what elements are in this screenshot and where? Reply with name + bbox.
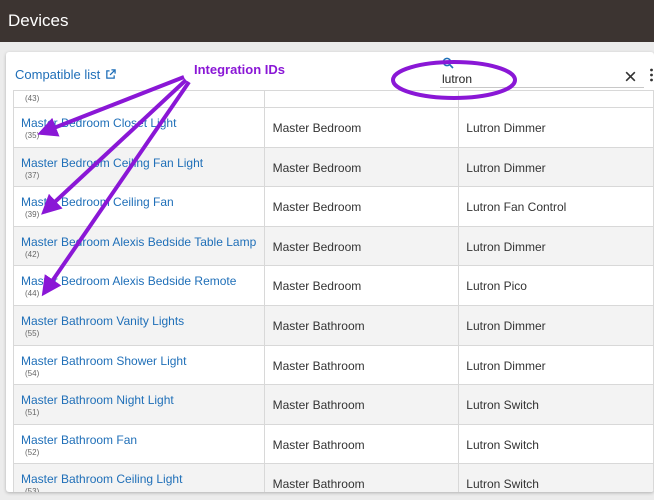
device-name-cell: Master Bathroom Ceiling Light (53) bbox=[13, 463, 265, 492]
room-cell: Master Bedroom bbox=[263, 146, 460, 188]
table-row[interactable]: Master Bedroom Ceiling Fan (39) Master B… bbox=[13, 186, 654, 227]
type-cell: Lutron Dimmer bbox=[458, 225, 654, 267]
integration-id: (51) bbox=[25, 408, 40, 418]
room-cell: Master Bedroom bbox=[263, 186, 460, 227]
type-cell: Lutron Switch bbox=[458, 423, 654, 465]
device-name-cell: Master Bedroom Alexis Bedside Table Lamp… bbox=[13, 225, 265, 267]
device-link[interactable]: Master Bathroom Ceiling Light bbox=[21, 473, 264, 486]
external-link-icon bbox=[106, 69, 116, 79]
search-icon bbox=[442, 57, 454, 69]
room-cell: Master Bathroom bbox=[263, 304, 460, 346]
table-row[interactable]: Master Bathroom Shower Light (54) Master… bbox=[13, 344, 654, 386]
device-name-cell: (43) bbox=[13, 90, 265, 108]
integration-id: (43) bbox=[25, 94, 40, 103]
integration-id: (42) bbox=[25, 249, 40, 259]
device-link[interactable]: Master Bedroom Closet Light bbox=[21, 117, 264, 130]
integration-id: (44) bbox=[25, 289, 40, 299]
room-cell: Master Bedroom bbox=[263, 225, 460, 267]
device-name-cell: Master Bathroom Fan (52) bbox=[13, 423, 265, 465]
table-row[interactable]: Master Bathroom Night Light (51) Master … bbox=[13, 384, 654, 425]
devices-card: Compatible list Integration IDs (43) bbox=[6, 52, 654, 492]
device-link[interactable]: Master Bedroom Alexis Bedside Table Lamp bbox=[21, 235, 264, 249]
device-name-cell: Master Bedroom Ceiling Fan Light (37) bbox=[13, 146, 265, 188]
type-cell: Lutron Dimmer bbox=[458, 344, 654, 386]
room-cell: Master Bedroom bbox=[263, 265, 460, 306]
device-name-cell: Master Bathroom Night Light (51) bbox=[13, 384, 265, 425]
device-link[interactable]: Master Bathroom Vanity Lights bbox=[21, 314, 264, 328]
device-name-cell: Master Bedroom Ceiling Fan (39) bbox=[13, 186, 265, 227]
type-cell: Lutron Pico bbox=[458, 265, 654, 306]
search-input[interactable] bbox=[440, 70, 644, 88]
room-cell bbox=[263, 90, 460, 108]
room-cell: Master Bathroom bbox=[263, 463, 460, 492]
device-link[interactable]: Master Bathroom Fan bbox=[21, 433, 264, 447]
table-row[interactable]: Master Bedroom Ceiling Fan Light (37) Ma… bbox=[13, 146, 654, 188]
type-cell: Lutron Dimmer bbox=[458, 304, 654, 346]
compatible-list-label: Compatible list bbox=[15, 67, 101, 82]
devices-table: (43) Master Bedroom Closet Light (35) Ma… bbox=[13, 90, 654, 492]
table-row[interactable]: Master Bathroom Ceiling Light (53) Maste… bbox=[13, 463, 654, 492]
room-cell: Master Bathroom bbox=[263, 423, 460, 465]
type-cell: Lutron Fan Control bbox=[458, 186, 654, 227]
room-cell: Master Bathroom bbox=[263, 344, 460, 386]
integration-id: (37) bbox=[25, 170, 40, 180]
device-name-cell: Master Bathroom Shower Light (54) bbox=[13, 344, 265, 386]
integration-id: (35) bbox=[25, 131, 40, 140]
device-link[interactable]: Master Bathroom Shower Light bbox=[21, 354, 264, 368]
compatible-list-link[interactable]: Compatible list bbox=[15, 67, 116, 82]
room-cell: Master Bedroom bbox=[263, 107, 460, 148]
device-name-cell: Master Bathroom Vanity Lights (55) bbox=[13, 304, 265, 346]
app-bar: Devices bbox=[0, 0, 654, 42]
integration-id: (52) bbox=[25, 447, 40, 457]
integration-id: (39) bbox=[25, 210, 40, 220]
page-title: Devices bbox=[8, 11, 69, 30]
table-row[interactable]: Master Bedroom Alexis Bedside Table Lamp… bbox=[13, 225, 654, 267]
annotation-label: Integration IDs bbox=[194, 62, 286, 77]
more-vert-icon[interactable] bbox=[649, 68, 654, 82]
table-row[interactable]: Master Bedroom Closet Light (35) Master … bbox=[13, 107, 654, 148]
device-link[interactable]: Master Bathroom Night Light bbox=[21, 394, 264, 407]
type-cell: Lutron Switch bbox=[458, 463, 654, 492]
integration-id: (55) bbox=[25, 328, 40, 338]
type-cell bbox=[458, 90, 654, 108]
type-cell: Lutron Dimmer bbox=[458, 146, 654, 188]
integration-id: (54) bbox=[25, 368, 40, 378]
table-row[interactable]: (43) bbox=[13, 90, 654, 108]
close-icon[interactable] bbox=[624, 70, 637, 83]
table-row[interactable]: Master Bedroom Alexis Bedside Remote (44… bbox=[13, 265, 654, 306]
device-name-cell: Master Bedroom Closet Light (35) bbox=[13, 107, 265, 148]
type-cell: Lutron Dimmer bbox=[458, 107, 654, 148]
integration-id: (53) bbox=[25, 487, 40, 492]
type-cell: Lutron Switch bbox=[458, 384, 654, 425]
device-link[interactable]: Master Bedroom Ceiling Fan Light bbox=[21, 156, 264, 170]
device-link[interactable]: Master Bedroom Ceiling Fan bbox=[21, 196, 264, 209]
table-row[interactable]: Master Bathroom Vanity Lights (55) Maste… bbox=[13, 304, 654, 346]
device-link[interactable]: Master Bedroom Alexis Bedside Remote bbox=[21, 275, 264, 288]
room-cell: Master Bathroom bbox=[263, 384, 460, 425]
table-row[interactable]: Master Bathroom Fan (52) Master Bathroom… bbox=[13, 423, 654, 465]
device-name-cell: Master Bedroom Alexis Bedside Remote (44… bbox=[13, 265, 265, 306]
